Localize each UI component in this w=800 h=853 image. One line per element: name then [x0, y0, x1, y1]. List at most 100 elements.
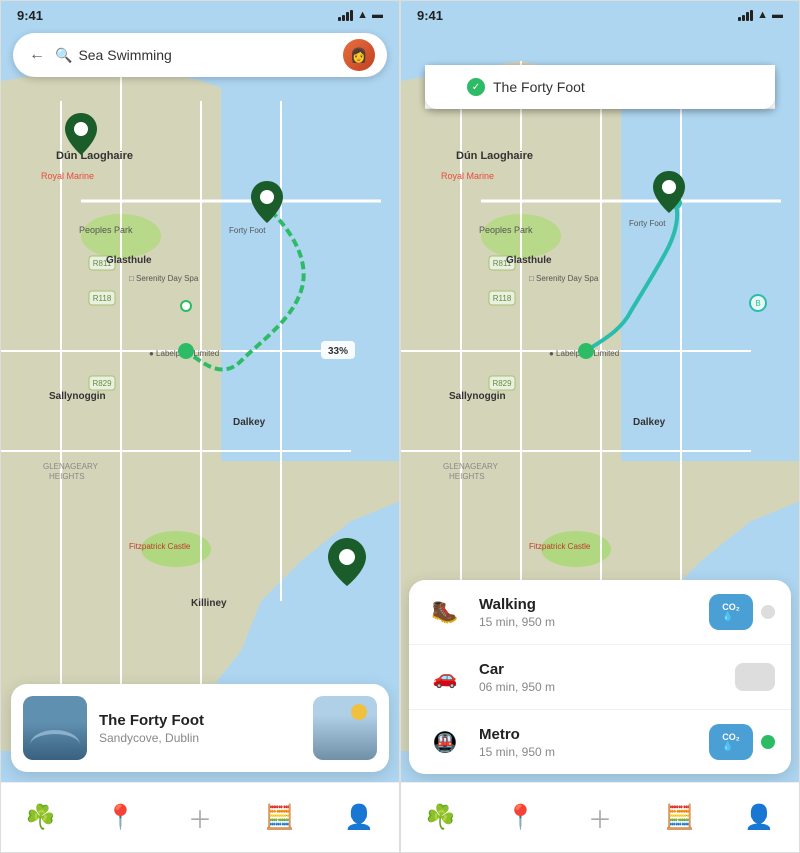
nav-calc-1[interactable]: 🧮 — [250, 793, 310, 843]
transport-detail-car: 06 min, 950 m — [479, 680, 717, 694]
svg-text:□ Serenity Day Spa: □ Serenity Day Spa — [529, 274, 599, 283]
nav-plus-2[interactable]: ＋ — [570, 793, 630, 843]
nav-person-2[interactable]: 👤 — [729, 793, 789, 843]
info-subtitle-1: Sandycove, Dublin — [99, 731, 301, 745]
svg-text:Sallynoggin: Sallynoggin — [449, 391, 506, 402]
bottom-nav-2: ☘️ 📍 ＋ 🧮 👤 — [401, 782, 799, 852]
search-input-1[interactable]: Sea Swimming — [78, 47, 343, 63]
svg-text:33%: 33% — [328, 346, 348, 357]
co2-text-walking: CO₂💧 — [722, 603, 740, 621]
nav-plus-1[interactable]: ＋ — [170, 793, 230, 843]
transport-name-walking: Walking — [479, 596, 695, 613]
svg-text:Dún Laoghaire: Dún Laoghaire — [456, 150, 533, 162]
search-bar-1[interactable]: ← 🔍 Sea Swimming 👩 — [13, 33, 387, 77]
nav-home-2[interactable]: ☘️ — [411, 793, 471, 843]
shamrock-icon-1: ☘️ — [26, 803, 56, 832]
calculator-icon-1: 🧮 — [265, 803, 295, 832]
nav-map-2[interactable]: 📍 — [490, 793, 550, 843]
screen-2: 9:41 ▲ ▬ — [400, 0, 800, 853]
screens-container: 9:41 ▲ ▬ — [0, 0, 800, 853]
transport-info-car: Car 06 min, 950 m — [479, 661, 717, 694]
walking-indicators: CO₂💧 — [709, 594, 775, 630]
svg-text:Royal Marine: Royal Marine — [441, 171, 494, 181]
co2-text-metro: CO₂💧 — [722, 733, 740, 751]
status-bar-1: 9:41 ▲ ▬ — [1, 1, 399, 29]
info-title-1: The Forty Foot — [99, 712, 301, 729]
svg-text:Sallynoggin: Sallynoggin — [49, 391, 106, 402]
signal-bars-1 — [338, 10, 353, 21]
map-pin-bottom — [326, 536, 368, 593]
nav-person-1[interactable]: 👤 — [329, 793, 389, 843]
svg-text:Glasthule: Glasthule — [106, 255, 152, 266]
signal-bars-2 — [738, 10, 753, 21]
nav-map-1[interactable]: 📍 — [90, 793, 150, 843]
info-thumb-1 — [23, 696, 87, 760]
nav-calc-2[interactable]: 🧮 — [650, 793, 710, 843]
transport-row-car[interactable]: 🚗 Car 06 min, 950 m — [409, 645, 791, 710]
svg-text:HEIGHTS: HEIGHTS — [449, 472, 485, 481]
map-pin-nav-icon-2: 📍 — [505, 803, 535, 832]
status-time-2: 9:41 — [417, 8, 443, 23]
svg-text:Fitzpatrick Castle: Fitzpatrick Castle — [529, 542, 591, 551]
map-pin-forty-foot — [249, 179, 285, 230]
avatar-1[interactable]: 👩 — [343, 39, 375, 71]
screen-1: 9:41 ▲ ▬ — [0, 0, 400, 853]
person-icon-2: 👤 — [744, 803, 774, 832]
svg-text:Fitzpatrick Castle: Fitzpatrick Castle — [129, 542, 191, 551]
svg-text:Glasthule: Glasthule — [506, 255, 552, 266]
bridge-image — [23, 696, 87, 760]
svg-text:R118: R118 — [493, 294, 512, 303]
back-button-1[interactable]: ← — [25, 43, 49, 67]
walking-icon: 🥾 — [425, 592, 465, 632]
svg-text:Peoples Park: Peoples Park — [479, 225, 533, 235]
info-text-1: The Forty Foot Sandycove, Dublin — [99, 712, 301, 745]
search-to-bar[interactable]: ✓ The Forty Foot — [425, 65, 775, 109]
svg-text:R829: R829 — [92, 379, 112, 388]
metro-icon: 🚇 — [425, 722, 465, 762]
check-circle-icon: ✓ — [467, 78, 485, 96]
svg-text:GLENAGEARY: GLENAGEARY — [43, 462, 99, 471]
plus-icon-2: ＋ — [588, 800, 612, 835]
dot-metro — [761, 735, 775, 749]
svg-text:Royal Marine: Royal Marine — [41, 171, 94, 181]
transport-row-metro[interactable]: 🚇 Metro 15 min, 950 m CO₂💧 — [409, 710, 791, 774]
search-to-input[interactable]: The Forty Foot — [493, 79, 763, 95]
dot-car — [735, 663, 775, 691]
transport-card: 🥾 Walking 15 min, 950 m CO₂💧 🚗 Car 06 — [409, 580, 791, 774]
transport-info-walking: Walking 15 min, 950 m — [479, 596, 695, 629]
search-icon-1: 🔍 — [55, 47, 72, 64]
battery-icon-1: ▬ — [372, 9, 383, 21]
dot-walking — [761, 605, 775, 619]
status-icons-1: ▲ ▬ — [338, 9, 383, 21]
calculator-icon-2: 🧮 — [665, 803, 695, 832]
transport-detail-metro: 15 min, 950 m — [479, 745, 695, 759]
info-card-1[interactable]: The Forty Foot Sandycove, Dublin — [11, 684, 389, 772]
svg-text:Dalkey: Dalkey — [233, 417, 266, 428]
svg-text:GLENAGEARY: GLENAGEARY — [443, 462, 499, 471]
map-pin-main-1 — [63, 111, 99, 162]
bottom-nav-1: ☘️ 📍 ＋ 🧮 👤 — [1, 782, 399, 852]
status-bar-2: 9:41 ▲ ▬ — [401, 1, 799, 29]
nav-home-1[interactable]: ☘️ — [11, 793, 71, 843]
svg-text:R118: R118 — [93, 294, 112, 303]
co2-badge-walking: CO₂💧 — [709, 594, 753, 630]
car-indicators — [731, 663, 775, 691]
car-icon: 🚗 — [425, 657, 465, 697]
status-icons-2: ▲ ▬ — [738, 9, 783, 21]
bullock-indicator: B — [749, 294, 767, 312]
transport-name-car: Car — [479, 661, 717, 678]
info-thumb2-1 — [313, 696, 377, 760]
status-time-1: 9:41 — [17, 8, 43, 23]
wifi-icon-2: ▲ — [757, 9, 768, 21]
sun-circle — [351, 704, 367, 720]
map-pin-nav-icon-1: 📍 — [105, 803, 135, 832]
bridge-arch — [30, 730, 80, 760]
map-pin-ff-2 — [651, 169, 687, 220]
transport-detail-walking: 15 min, 950 m — [479, 615, 695, 629]
transport-row-walking[interactable]: 🥾 Walking 15 min, 950 m CO₂💧 — [409, 580, 791, 645]
battery-icon-2: ▬ — [772, 9, 783, 21]
metro-indicators: CO₂💧 — [709, 724, 775, 760]
svg-text:HEIGHTS: HEIGHTS — [49, 472, 85, 481]
map-svg-1: 33% R811 R118 R829 Dún Laoghaire Royal M… — [1, 1, 399, 781]
svg-text:Forty Foot: Forty Foot — [629, 219, 666, 228]
